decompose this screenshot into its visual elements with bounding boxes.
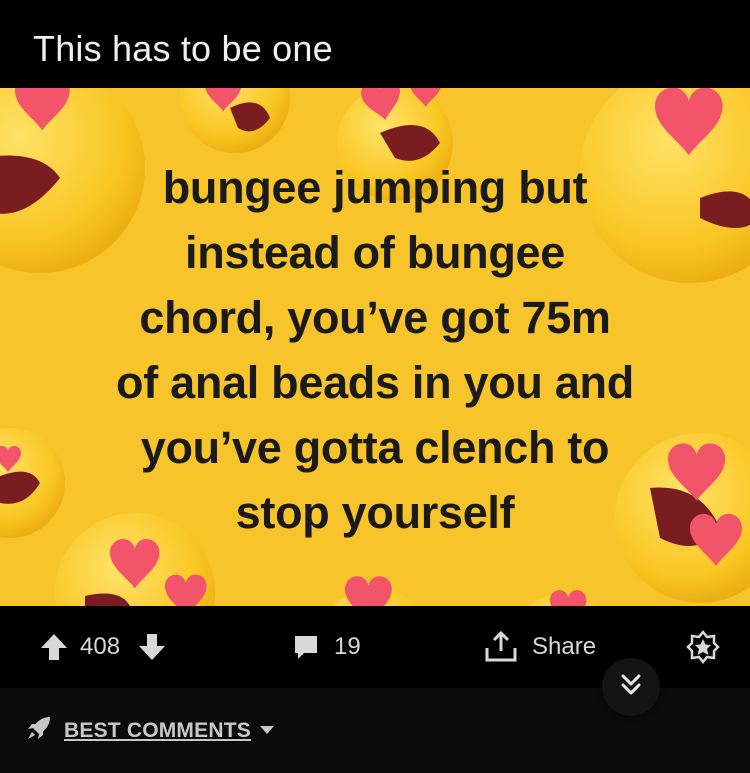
post-screen: This has to be one bungee jumping but in… bbox=[0, 0, 750, 773]
meme-image[interactable]: bungee jumping but instead of bungee cho… bbox=[0, 88, 750, 606]
meme-line: instead of bungee bbox=[185, 227, 565, 278]
jump-to-bottom-button[interactable] bbox=[602, 658, 660, 716]
award-button[interactable] bbox=[686, 606, 720, 688]
upvote-count: 408 bbox=[80, 633, 121, 660]
award-icon bbox=[686, 630, 720, 664]
comment-sort-button[interactable]: BEST COMMENTS bbox=[26, 715, 275, 746]
share-label: Share bbox=[532, 633, 597, 660]
share-icon bbox=[484, 631, 518, 663]
meme-caption: bungee jumping but instead of bungee cho… bbox=[20, 155, 730, 545]
comment-count: 19 bbox=[334, 633, 361, 660]
meme-line: chord, you’ve got 75m bbox=[139, 292, 611, 343]
caret-down-icon bbox=[259, 722, 275, 740]
upvote-icon[interactable] bbox=[40, 632, 68, 662]
rocket-icon bbox=[26, 715, 52, 746]
meme-line: you’ve gotta clench to bbox=[140, 422, 610, 473]
vote-group: 408 bbox=[40, 606, 166, 688]
title-bar: This has to be one bbox=[0, 0, 750, 88]
downvote-icon[interactable] bbox=[138, 632, 166, 662]
post-title: This has to be one bbox=[33, 28, 333, 69]
comment-icon bbox=[292, 633, 320, 661]
meme-line: of anal beads in you and bbox=[116, 357, 634, 408]
share-button[interactable]: Share bbox=[484, 606, 596, 688]
meme-line: stop yourself bbox=[235, 487, 515, 538]
sort-label: BEST COMMENTS bbox=[64, 718, 251, 742]
comments-button[interactable]: 19 bbox=[292, 606, 361, 688]
meme-line: bungee jumping but bbox=[162, 162, 588, 213]
double-chevron-down-icon bbox=[618, 672, 644, 703]
